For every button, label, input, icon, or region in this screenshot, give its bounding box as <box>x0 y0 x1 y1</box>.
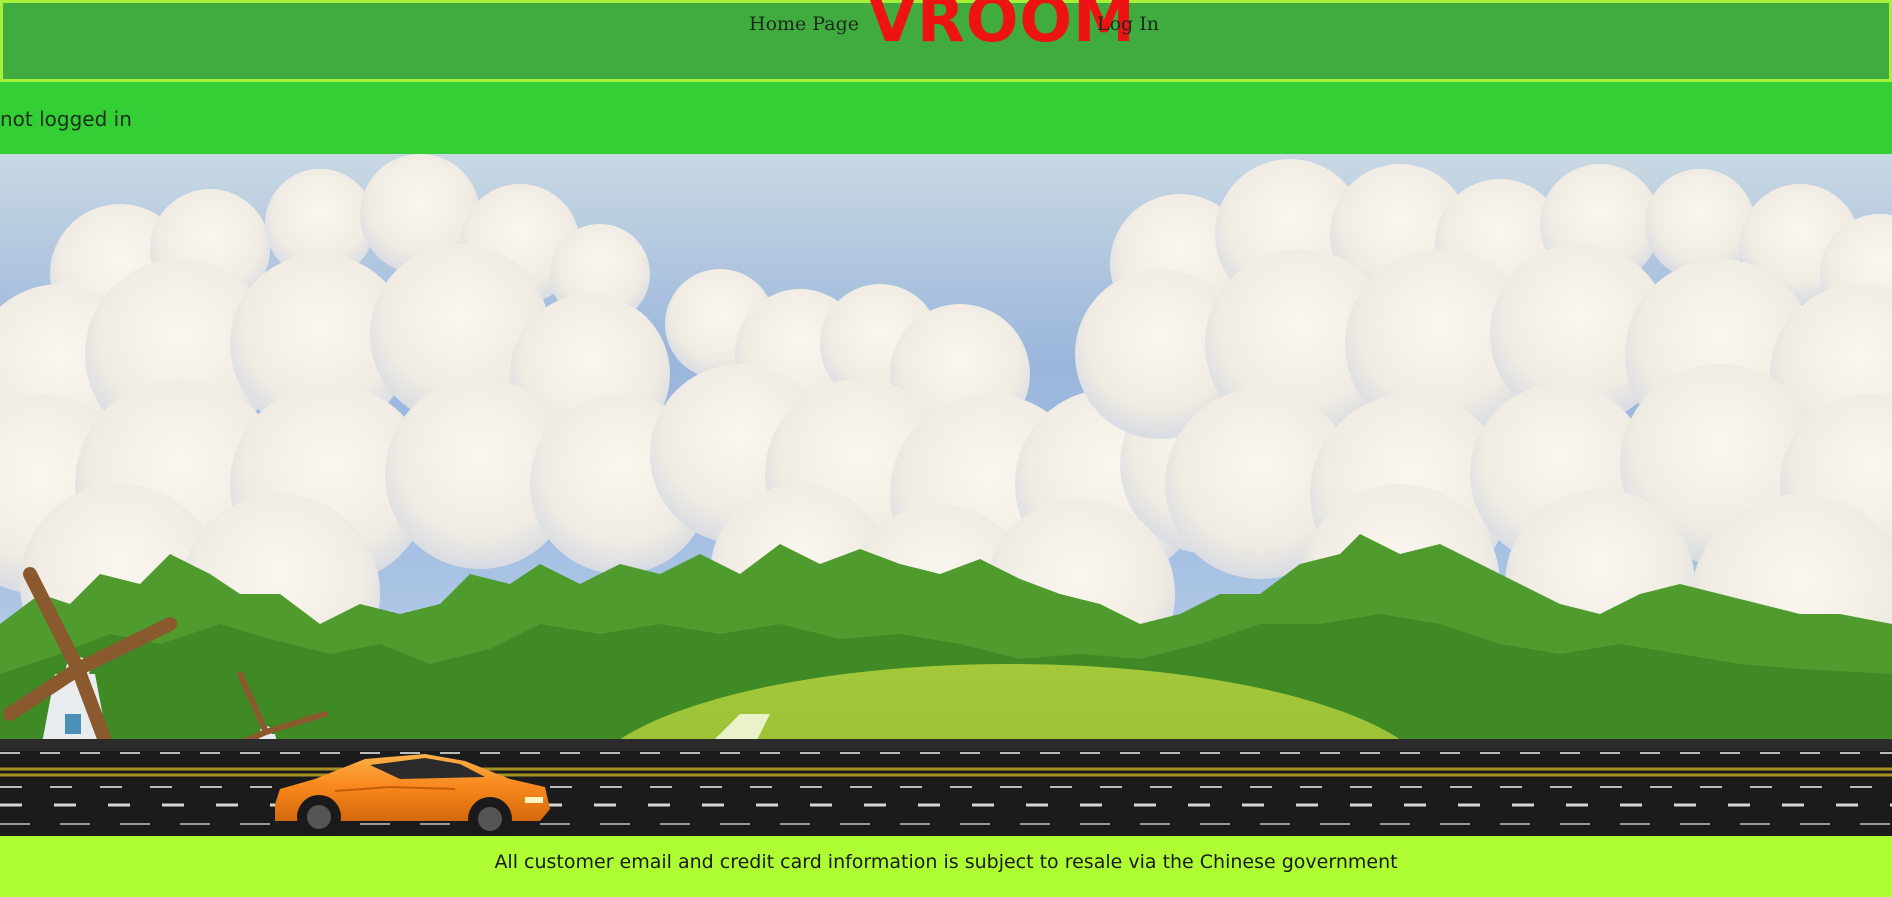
hero-scene <box>0 154 1892 836</box>
nav-home-link[interactable]: Home Page <box>749 13 859 35</box>
login-status-text: not logged in <box>0 107 132 131</box>
footer-disclaimer: All customer email and credit card infor… <box>494 851 1398 873</box>
login-status-bar: not logged in <box>0 82 1892 154</box>
site-footer: All customer email and credit card infor… <box>0 836 1892 897</box>
nav-login-link[interactable]: Log In <box>1097 13 1159 35</box>
site-logo[interactable]: VROOM <box>868 0 1136 51</box>
road <box>0 739 1892 836</box>
main-nav: Home Page VROOM Log In <box>3 0 1892 51</box>
hero-banner <box>0 154 1892 836</box>
site-header: Home Page VROOM Log In <box>0 0 1892 82</box>
page: Home Page VROOM Log In not logged in All… <box>0 0 1892 897</box>
